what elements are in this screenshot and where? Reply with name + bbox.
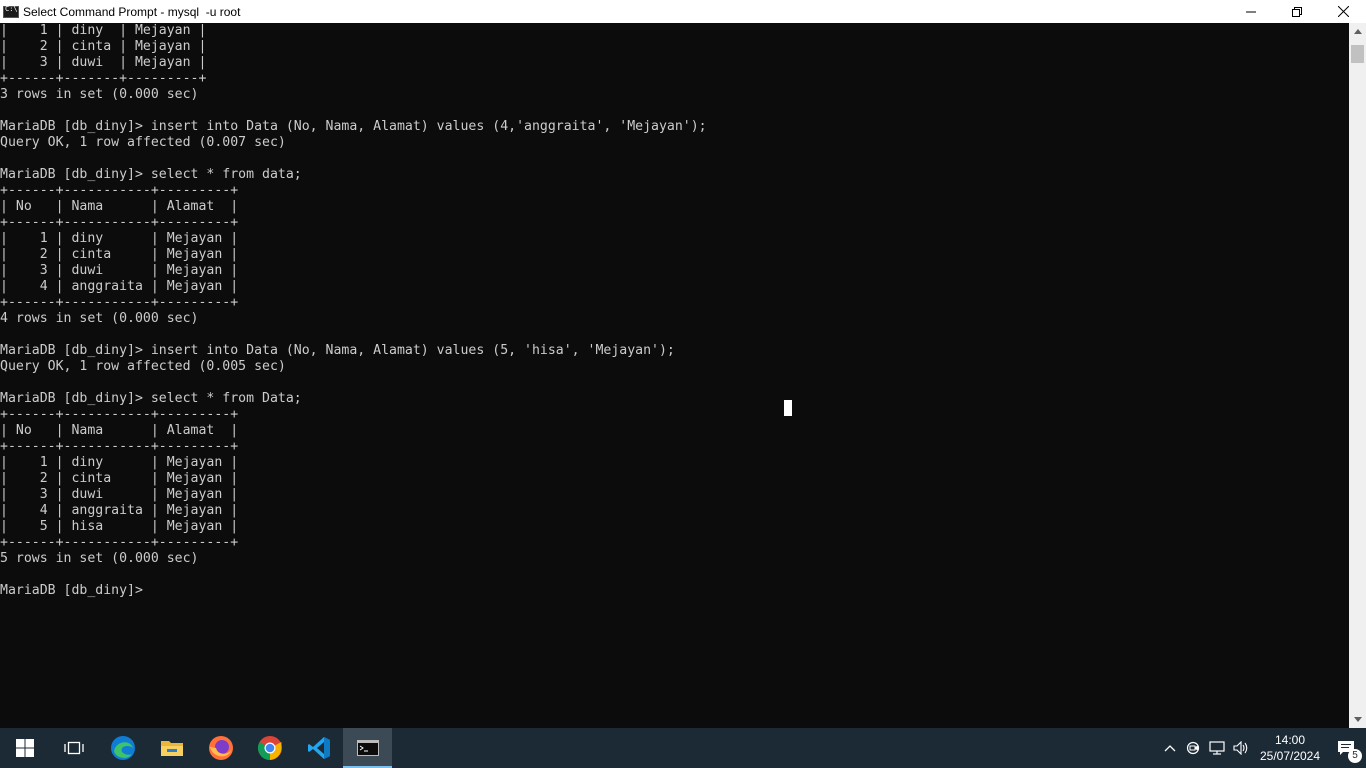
terminal-line: | 3 | duwi | Mejayan | — [0, 263, 239, 278]
taskbar: 14:00 25/07/2024 5 — [0, 728, 1366, 768]
chevron-up-icon — [1164, 745, 1176, 752]
start-button[interactable] — [0, 728, 49, 768]
close-icon — [1337, 6, 1349, 17]
terminal-line: | 1 | diny | Mejayan | — [0, 231, 239, 246]
terminal-line: +------+-------+---------+ — [0, 71, 207, 86]
terminal-line: MariaDB [db_diny]> insert into Data (No,… — [0, 119, 707, 134]
vertical-scrollbar[interactable] — [1349, 23, 1366, 728]
terminal-line: | 1 | diny | Mejayan | — [0, 455, 239, 470]
chevron-up-icon — [1353, 29, 1362, 34]
camera-icon — [1186, 741, 1200, 755]
scroll-up-button[interactable] — [1349, 23, 1366, 40]
chrome-button[interactable] — [245, 728, 294, 768]
terminal-output[interactable]: | 1 | diny | Mejayan | | 2 | cinta | Meja… — [0, 23, 1349, 728]
notification-count-badge: 5 — [1348, 749, 1362, 763]
edge-icon — [110, 736, 135, 760]
scroll-thumb[interactable] — [1351, 45, 1364, 63]
task-view-icon — [63, 741, 84, 755]
terminal-line: | 2 | cinta | Mejayan | — [0, 39, 207, 54]
terminal-line: | No | Nama | Alamat | — [0, 423, 239, 438]
cmd-icon — [356, 740, 379, 756]
window-title: Select Command Prompt - mysql -u root — [23, 4, 241, 19]
terminal-line: | 2 | cinta | Mejayan | — [0, 247, 239, 262]
terminal-line: 3 rows in set (0.000 sec) — [0, 87, 199, 102]
window-controls — [1228, 0, 1366, 23]
clock-date: 25/07/2024 — [1259, 749, 1321, 763]
system-tray: 14:00 25/07/2024 5 — [1158, 728, 1366, 768]
chrome-icon — [257, 736, 282, 760]
scroll-down-button[interactable] — [1349, 711, 1366, 728]
vscode-icon — [307, 737, 330, 759]
file-explorer-button[interactable] — [147, 728, 196, 768]
terminal-line: | 3 | duwi | Mejayan | — [0, 55, 207, 70]
notification-center-button[interactable]: 5 — [1326, 728, 1366, 768]
chevron-down-icon — [1353, 717, 1362, 722]
windows-logo-icon — [15, 739, 34, 757]
terminal-line: | 3 | duwi | Mejayan | — [0, 487, 239, 502]
vscode-button[interactable] — [294, 728, 343, 768]
terminal-line: 4 rows in set (0.000 sec) — [0, 311, 199, 326]
restore-icon — [1292, 6, 1302, 17]
close-button[interactable] — [1320, 0, 1366, 23]
terminal-line: | 1 | diny | Mejayan | — [0, 23, 207, 38]
terminal-line: +------+-----------+---------+ — [0, 407, 239, 422]
volume-button[interactable] — [1230, 728, 1254, 768]
minimize-icon — [1246, 11, 1256, 12]
network-button[interactable] — [1206, 728, 1230, 768]
meet-now-button[interactable] — [1182, 728, 1206, 768]
terminal-line: Query OK, 1 row affected (0.005 sec) — [0, 359, 286, 374]
show-hidden-icons-button[interactable] — [1158, 728, 1182, 768]
title-bar[interactable]: Select Command Prompt - mysql -u root — [0, 0, 1366, 23]
terminal-line: 5 rows in set (0.000 sec) — [0, 551, 199, 566]
terminal-line: MariaDB [db_diny]> select * from Data; — [0, 391, 302, 406]
terminal-line: | 4 | anggraita | Mejayan | — [0, 503, 239, 518]
firefox-button[interactable] — [196, 728, 245, 768]
terminal-line: +------+-----------+---------+ — [0, 215, 239, 230]
terminal-line: MariaDB [db_diny]> — [0, 583, 151, 598]
terminal-line: | 4 | anggraita | Mejayan | — [0, 279, 239, 294]
edge-button[interactable] — [98, 728, 147, 768]
clock[interactable]: 14:00 25/07/2024 — [1254, 728, 1326, 768]
cmd-icon — [3, 5, 19, 18]
terminal-text: | 1 | diny | Mejayan | | 2 | cinta | Meja… — [0, 23, 707, 599]
terminal-line: +------+-----------+---------+ — [0, 295, 239, 310]
command-prompt-window: Select Command Prompt - mysql -u root | … — [0, 0, 1366, 728]
terminal-line: +------+-----------+---------+ — [0, 439, 239, 454]
terminal-line: Query OK, 1 row affected (0.007 sec) — [0, 135, 286, 150]
terminal-line: +------+-----------+---------+ — [0, 183, 239, 198]
terminal-line: | 2 | cinta | Mejayan | — [0, 471, 239, 486]
minimize-button[interactable] — [1228, 0, 1274, 23]
folder-icon — [160, 741, 183, 756]
terminal-line: MariaDB [db_diny]> insert into Data (No,… — [0, 343, 675, 358]
firefox-icon — [208, 736, 233, 760]
terminal-line: +------+-----------+---------+ — [0, 535, 239, 550]
speaker-icon — [1233, 741, 1248, 755]
text-cursor — [784, 400, 792, 416]
maximize-button[interactable] — [1274, 0, 1320, 23]
terminal-line: | No | Nama | Alamat | — [0, 199, 239, 214]
command-prompt-button[interactable] — [343, 728, 392, 768]
network-icon — [1209, 741, 1225, 755]
task-view-button[interactable] — [49, 728, 98, 768]
terminal-line: MariaDB [db_diny]> select * from data; — [0, 167, 302, 182]
clock-time: 14:00 — [1274, 733, 1306, 747]
terminal-line: | 5 | hisa | Mejayan | — [0, 519, 239, 534]
